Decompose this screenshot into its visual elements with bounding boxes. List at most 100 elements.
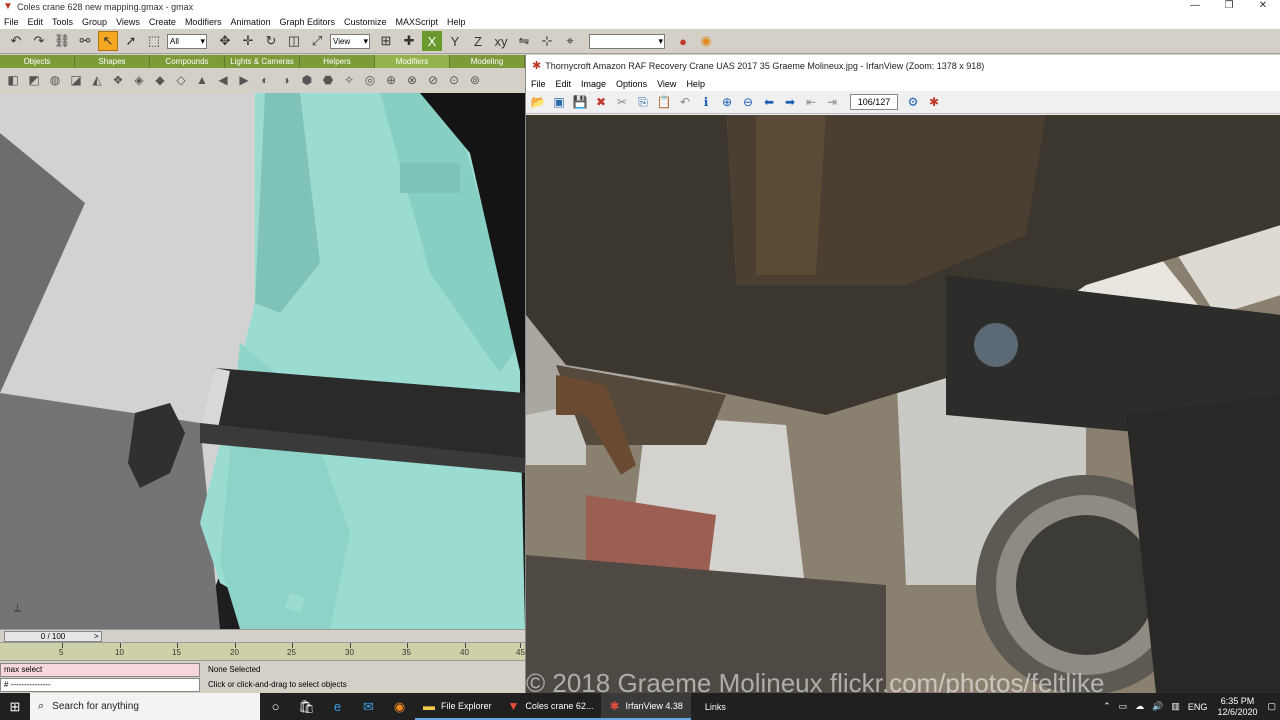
reference-coordinate-dropdown[interactable]: View [330, 33, 370, 49]
menu-graph-editors[interactable]: Graph Editors [279, 17, 335, 27]
last-image-icon[interactable]: ⇥ [823, 93, 841, 111]
properties-icon[interactable]: ⚙ [904, 93, 922, 111]
axis-z-icon[interactable]: Z [468, 31, 488, 51]
smooth-icon[interactable]: ◑ [277, 71, 295, 89]
firefox-icon[interactable]: ◉ [384, 693, 415, 720]
paste-icon[interactable]: 📋 [655, 93, 673, 111]
store-icon[interactable]: 🛍 [291, 693, 322, 720]
crosshair-icon[interactable]: ✚ [399, 31, 419, 51]
undo-icon[interactable]: ↶ [676, 93, 694, 111]
mirror-icon[interactable]: ⇋ [514, 31, 534, 51]
maxscript-listener-output[interactable]: # --------------- [0, 678, 200, 692]
previous-image-icon[interactable]: ⬅ [760, 93, 778, 111]
taskbar-app-file-explorer[interactable]: ▬ File Explorer [415, 693, 500, 720]
uvw-map-icon[interactable]: ◀ [214, 71, 232, 89]
axis-x-icon[interactable]: X [422, 31, 442, 51]
render-scene-icon[interactable]: ● [673, 31, 693, 51]
select-move-icon[interactable]: ✥ [215, 31, 235, 51]
notifications-icon[interactable]: ▢ [1267, 701, 1276, 712]
tab-lights-cameras[interactable]: Lights & Cameras [225, 55, 300, 68]
lathe-icon[interactable]: ◐ [256, 71, 274, 89]
timeline-track[interactable]: 5 10 15 20 25 30 35 40 45 [0, 642, 525, 660]
tab-helpers[interactable]: Helpers [300, 55, 375, 68]
mail-icon[interactable]: ✉ [353, 693, 384, 720]
align-icon[interactable]: ⊹ [537, 31, 557, 51]
tab-modifiers[interactable]: Modifiers [375, 55, 450, 68]
slideshow-icon[interactable]: ▣ [550, 93, 568, 111]
menu-help[interactable]: Help [447, 17, 466, 27]
undo-icon[interactable]: ↶ [6, 31, 26, 51]
first-image-icon[interactable]: ⇤ [802, 93, 820, 111]
tab-modeling[interactable]: Modeling [450, 55, 525, 68]
cylinder-icon[interactable]: ◩ [25, 71, 43, 89]
close-button[interactable]: ✕ [1246, 0, 1280, 14]
bend-icon[interactable]: ◪ [67, 71, 85, 89]
language-indicator[interactable]: ENG [1188, 702, 1208, 712]
snap-icon[interactable]: ⌖ [560, 31, 580, 51]
scale-icon[interactable]: ◫ [284, 31, 304, 51]
link-icon[interactable]: ⛓ [52, 31, 72, 51]
tab-compounds[interactable]: Compounds [150, 55, 225, 68]
show-hidden-icons-chevron-icon[interactable]: ⌃ [1103, 701, 1111, 712]
edge-icon[interactable]: e [322, 693, 353, 720]
axis-xy-icon[interactable]: xy [491, 31, 511, 51]
app-tray-icon[interactable]: ▭ [1119, 701, 1128, 712]
irf-menu-view[interactable]: View [657, 79, 676, 89]
zoom-in-icon[interactable]: ⊕ [718, 93, 736, 111]
unlink-icon[interactable]: ⚯ [75, 31, 95, 51]
time-slider[interactable]: 0 / 100 > [0, 629, 525, 642]
named-selection-dropdown[interactable] [589, 33, 665, 49]
delete-icon[interactable]: ✖ [592, 93, 610, 111]
minimize-button[interactable]: — [1178, 0, 1212, 14]
volume-select-icon[interactable]: ⊕ [382, 71, 400, 89]
poly-select-icon[interactable]: ⊘ [424, 71, 442, 89]
extrude-icon[interactable]: ▶ [235, 71, 253, 89]
region-select-icon[interactable]: ⬚ [144, 31, 164, 51]
mesh-select-icon[interactable]: ⊗ [403, 71, 421, 89]
maxscript-mini-listener[interactable]: max select [0, 663, 200, 677]
mesh-smooth-icon[interactable]: ⬢ [298, 71, 316, 89]
taskbar-app-irfanview[interactable]: ✱ IrfanView 4.38 [601, 693, 691, 720]
menu-tools[interactable]: Tools [52, 17, 73, 27]
menu-animation[interactable]: Animation [230, 17, 270, 27]
sphere-icon[interactable]: ◍ [46, 71, 64, 89]
gmax-viewport[interactable]: ⟂ [0, 93, 525, 629]
volume-icon[interactable]: 🔊 [1152, 701, 1163, 712]
taper-icon[interactable]: ◭ [88, 71, 106, 89]
ffd-icon[interactable]: ◇ [172, 71, 190, 89]
selection-filter-dropdown[interactable]: All [167, 33, 207, 49]
optimize-icon[interactable]: ⬣ [319, 71, 337, 89]
menu-views[interactable]: Views [116, 17, 140, 27]
select-by-name-icon[interactable]: ➚ [121, 31, 141, 51]
xform-icon[interactable]: ✧ [340, 71, 358, 89]
tab-shapes[interactable]: Shapes [75, 55, 150, 68]
quick-render-icon[interactable]: ◉ [696, 31, 716, 51]
zoom-out-icon[interactable]: ⊖ [739, 93, 757, 111]
next-image-icon[interactable]: ➡ [781, 93, 799, 111]
save-icon[interactable]: 💾 [571, 93, 589, 111]
copy-icon[interactable]: ⎘ [634, 93, 652, 111]
taskbar-app-gmax[interactable]: ▼ Coles crane 62... [499, 693, 602, 720]
move-icon[interactable]: ✛ [238, 31, 258, 51]
info-icon[interactable]: ℹ [697, 93, 715, 111]
box-icon[interactable]: ◧ [4, 71, 22, 89]
photo-canvas[interactable]: © 2018 Graeme Molineux flickr.com/photos… [526, 115, 1280, 693]
irf-menu-file[interactable]: File [531, 79, 546, 89]
select-object-icon[interactable]: ↖ [98, 31, 118, 51]
menu-modifiers[interactable]: Modifiers [185, 17, 222, 27]
menu-file[interactable]: File [4, 17, 19, 27]
twist-icon[interactable]: ❖ [109, 71, 127, 89]
menu-edit[interactable]: Edit [28, 17, 44, 27]
irf-menu-help[interactable]: Help [686, 79, 705, 89]
select-link-icon[interactable]: ⤢ [307, 31, 327, 51]
irf-menu-image[interactable]: Image [581, 79, 606, 89]
redo-icon[interactable]: ↷ [29, 31, 49, 51]
stretch-icon[interactable]: ◆ [151, 71, 169, 89]
irfanview-logo-icon[interactable]: ✱ [925, 93, 943, 111]
irf-menu-edit[interactable]: Edit [556, 79, 572, 89]
menu-group[interactable]: Group [82, 17, 107, 27]
cut-icon[interactable]: ✂ [613, 93, 631, 111]
rotate-icon[interactable]: ↻ [261, 31, 281, 51]
menu-create[interactable]: Create [149, 17, 176, 27]
material-icon[interactable]: ⊚ [466, 71, 484, 89]
